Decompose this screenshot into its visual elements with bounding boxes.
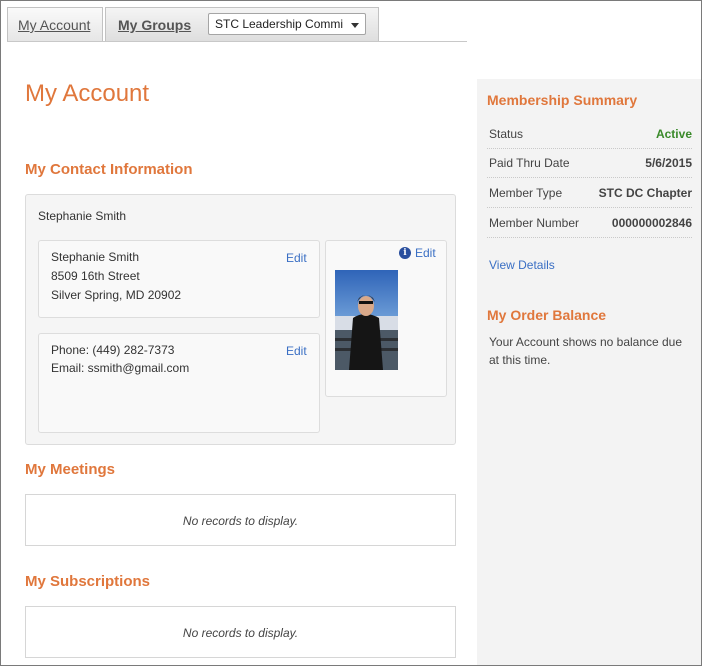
subscriptions-empty-text: No records to display. xyxy=(182,626,299,640)
contact-heading: My Contact Information xyxy=(25,161,193,178)
sidebar: Membership Summary Status Active Paid Th… xyxy=(477,79,701,665)
group-select[interactable]: STC Leadership Commi xyxy=(208,13,366,35)
membership-summary-heading: Membership Summary xyxy=(487,92,638,108)
summary-row-status: Status Active xyxy=(487,119,692,149)
summary-label: Paid Thru Date xyxy=(489,156,570,170)
profile-photo xyxy=(335,270,398,370)
summary-value: 000000002846 xyxy=(611,216,692,230)
address-card: Stephanie Smith 8509 16th Street Silver … xyxy=(38,240,320,318)
summary-row-member-number: Member Number 000000002846 xyxy=(487,208,692,238)
photo-card: i Edit xyxy=(325,240,447,397)
summary-row-paid-thru: Paid Thru Date 5/6/2015 xyxy=(487,148,692,178)
summary-label: Status xyxy=(489,127,524,141)
view-details-link[interactable]: View Details xyxy=(489,258,555,272)
tab-my-groups-label[interactable]: My Groups xyxy=(118,17,191,33)
address-city: Silver Spring, MD 20902 xyxy=(51,288,182,302)
email-text: Email: ssmith@gmail.com xyxy=(51,361,190,375)
order-balance-text: Your Account shows no balance due at thi… xyxy=(489,335,683,367)
summary-value: 5/6/2015 xyxy=(645,156,692,170)
phone-email-card: Phone: (449) 282-7373 Email: ssmith@gmai… xyxy=(38,333,320,433)
edit-address-link[interactable]: Edit xyxy=(286,251,307,265)
meetings-list: No records to display. xyxy=(25,494,456,546)
page-title: My Account xyxy=(25,80,150,107)
subscriptions-list: No records to display. xyxy=(25,606,456,658)
edit-photo-link[interactable]: Edit xyxy=(415,246,436,260)
window-frame: My Account My Groups STC Leadership Comm… xyxy=(0,0,702,666)
contact-panel: Stephanie Smith Stephanie Smith 8509 16t… xyxy=(25,194,456,445)
subscriptions-heading: My Subscriptions xyxy=(25,573,151,590)
edit-contact-link[interactable]: Edit xyxy=(286,344,307,358)
contact-name: Stephanie Smith xyxy=(38,209,127,223)
summary-value: STC DC Chapter xyxy=(598,186,692,200)
tab-divider xyxy=(7,41,467,42)
tab-my-account[interactable]: My Account xyxy=(7,7,103,41)
chevron-down-icon[interactable] xyxy=(351,23,359,28)
info-icon[interactable]: i xyxy=(399,247,411,259)
tab-my-groups[interactable]: My Groups STC Leadership Commi xyxy=(105,7,379,41)
meetings-heading: My Meetings xyxy=(25,461,116,478)
order-balance-heading: My Order Balance xyxy=(487,307,607,323)
address-name: Stephanie Smith xyxy=(51,250,140,264)
summary-label: Member Type xyxy=(489,186,563,200)
tab-my-account-label[interactable]: My Account xyxy=(18,17,90,33)
address-street: 8509 16th Street xyxy=(51,269,140,283)
summary-row-member-type: Member Type STC DC Chapter xyxy=(487,178,692,208)
phone-text: Phone: (449) 282-7373 xyxy=(51,343,175,357)
group-select-value: STC Leadership Commi xyxy=(215,17,344,31)
status-badge: Active xyxy=(655,127,692,141)
summary-label: Member Number xyxy=(489,216,580,230)
meetings-empty-text: No records to display. xyxy=(182,514,299,528)
